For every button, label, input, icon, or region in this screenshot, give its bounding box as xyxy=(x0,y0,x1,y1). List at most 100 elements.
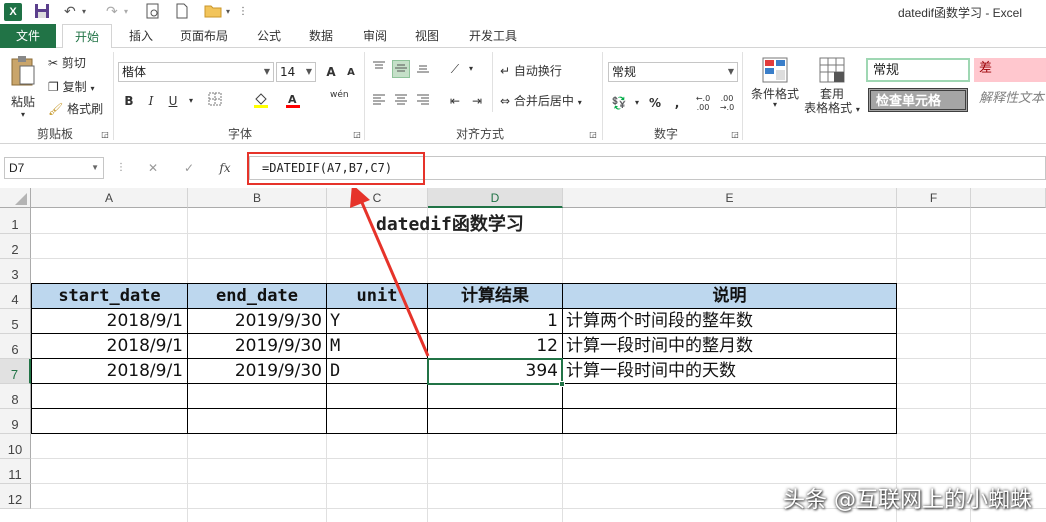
increase-indent-icon[interactable]: ⇥ xyxy=(468,92,486,110)
redo-icon[interactable]: ↷ xyxy=(106,3,118,21)
font-color-icon[interactable]: A xyxy=(284,92,302,110)
copy-dropdown-icon[interactable]: ▾ xyxy=(90,84,94,93)
merge-dropdown-icon[interactable]: ▾ xyxy=(578,98,582,107)
cancel-button[interactable]: ✕ xyxy=(144,159,162,177)
annotation-arrow xyxy=(350,188,430,357)
comma-button[interactable]: , xyxy=(668,94,686,112)
merge-center-button[interactable]: ⇔ 合并后居中 ▾ xyxy=(500,92,582,112)
decrease-indent-icon[interactable]: ⇤ xyxy=(446,92,464,110)
ribbon-tabs: 文件 开始 插入 页面布局 公式 数据 审阅 视图 开发工具 xyxy=(0,24,1046,49)
tab-review[interactable]: 审阅 xyxy=(354,24,396,48)
paste-label: 粘贴 xyxy=(10,95,35,109)
copy-label: 复制 xyxy=(62,80,87,94)
style-check-cell[interactable]: 检查单元格 xyxy=(868,88,968,112)
copy-icon: ❐ xyxy=(48,80,59,94)
chevron-down-icon: ▼ xyxy=(727,67,734,76)
number-format-select[interactable]: 常规 ▼ xyxy=(608,62,738,82)
separator xyxy=(602,52,603,140)
tab-home[interactable]: 开始 xyxy=(62,24,112,49)
tab-data[interactable]: 数据 xyxy=(300,24,342,48)
table-format-icon xyxy=(819,57,845,83)
insert-function-button[interactable]: fx xyxy=(216,159,234,177)
separator xyxy=(492,52,493,112)
wrap-text-button[interactable]: ↵ 自动换行 xyxy=(500,62,562,80)
tab-insert[interactable]: 插入 xyxy=(120,24,162,48)
print-preview-icon[interactable] xyxy=(146,3,160,21)
phonetic-button[interactable]: wén xyxy=(330,90,349,108)
font-name-value: 楷体 xyxy=(122,65,147,79)
borders-icon[interactable] xyxy=(206,92,224,110)
merge-icon: ⇔ xyxy=(500,94,511,108)
merge-center-label: 合并后居中 xyxy=(513,94,574,108)
style-normal[interactable]: 常规 xyxy=(866,58,970,82)
table-format-dropdown-icon[interactable]: ▾ xyxy=(856,105,860,114)
align-top-icon[interactable] xyxy=(370,60,388,78)
watermark: 头条 @互联网上的小蜘蛛 xyxy=(783,488,1032,513)
number-format-value: 常规 xyxy=(612,65,637,79)
name-box[interactable]: D7 ▼ xyxy=(4,157,104,179)
tab-view[interactable]: 视图 xyxy=(406,24,448,48)
italic-button[interactable]: I xyxy=(142,92,160,110)
align-bottom-icon[interactable] xyxy=(414,60,432,78)
undo-icon[interactable]: ↶ xyxy=(64,3,76,21)
formula-bar: D7 ▼ ⋮ ✕ ✓ fx =DATEDIF(A7,B7,C7) xyxy=(0,152,1046,184)
formula-bar-handle-icon[interactable]: ⋮ xyxy=(112,159,130,177)
excel-logo-icon: X xyxy=(4,3,22,21)
font-size-value: 14 xyxy=(280,65,296,79)
open-folder-icon[interactable] xyxy=(204,3,222,21)
cut-button[interactable]: ✂ 剪切 xyxy=(48,54,86,72)
style-explanatory[interactable]: 解释性文本 xyxy=(974,88,1046,112)
paste-dropdown-icon[interactable]: ▾ xyxy=(8,111,38,119)
align-left-icon[interactable] xyxy=(370,92,388,110)
spreadsheet-grid[interactable]: A B C D E F 1 2 3 4 5 6 7 8 9 10 11 12 d… xyxy=(0,188,1046,522)
format-as-table-label-2: 表格格式 xyxy=(804,101,853,115)
style-bad[interactable]: 差 xyxy=(974,58,1046,82)
separator xyxy=(364,52,365,140)
format-painter-label: 格式刷 xyxy=(67,102,104,116)
open-dropdown-icon[interactable]: ▾ xyxy=(226,3,230,21)
increase-decimal-icon[interactable]: ←.0.00 xyxy=(694,94,712,112)
fill-color-icon[interactable] xyxy=(252,92,270,110)
font-size-select[interactable]: 14 ▼ xyxy=(276,62,316,82)
font-group-label: 字体 xyxy=(227,127,252,141)
currency-icon[interactable]: 💱 xyxy=(610,94,628,112)
underline-button[interactable]: U xyxy=(164,92,182,110)
format-painter-button[interactable]: 🖌 格式刷 xyxy=(48,100,103,118)
paste-icon xyxy=(11,56,35,86)
chevron-down-icon: ▼ xyxy=(305,67,312,76)
conditional-dropdown-icon[interactable]: ▾ xyxy=(748,101,802,109)
align-right-icon[interactable] xyxy=(414,92,432,110)
undo-dropdown-icon[interactable]: ▾ xyxy=(82,3,86,21)
tab-developer[interactable]: 开发工具 xyxy=(460,24,526,48)
paste-button[interactable]: 粘贴 ▾ xyxy=(8,54,38,119)
name-box-value: D7 xyxy=(9,161,25,175)
font-name-select[interactable]: 楷体 ▼ xyxy=(118,62,274,82)
alignment-launcher-icon[interactable]: ◲ xyxy=(584,126,602,144)
percent-button[interactable]: % xyxy=(646,94,664,112)
number-group-label: 数字 xyxy=(653,127,678,141)
grow-font-button[interactable]: A xyxy=(322,63,340,81)
bold-button[interactable]: B xyxy=(120,92,138,110)
new-file-icon[interactable] xyxy=(176,3,188,21)
orientation-dropdown-icon[interactable]: ▾ xyxy=(462,60,480,78)
separator xyxy=(742,52,743,140)
clipboard-launcher-icon[interactable]: ◲ xyxy=(96,126,114,144)
underline-dropdown-icon[interactable]: ▾ xyxy=(182,92,200,110)
cut-label: 剪切 xyxy=(61,56,86,70)
shrink-font-button[interactable]: A xyxy=(342,64,360,82)
save-icon[interactable] xyxy=(34,3,50,21)
tab-page-layout[interactable]: 页面布局 xyxy=(172,24,236,48)
copy-button[interactable]: ❐ 复制 ▾ xyxy=(48,78,94,98)
tab-formulas[interactable]: 公式 xyxy=(248,24,290,48)
tab-file[interactable]: 文件 xyxy=(0,24,56,48)
decrease-decimal-icon[interactable]: .00 →.0 xyxy=(718,94,736,112)
redo-dropdown-icon[interactable]: ▾ xyxy=(124,3,128,21)
customize-toolbar-icon[interactable]: ⋮ xyxy=(238,3,248,21)
scissors-icon: ✂ xyxy=(48,56,59,70)
align-center-icon[interactable] xyxy=(392,92,410,110)
enter-button[interactable]: ✓ xyxy=(180,159,198,177)
conditional-format-button[interactable]: 条件格式 ▾ xyxy=(748,56,802,109)
format-as-table-button[interactable]: 套用 表格格式 ▾ xyxy=(802,56,862,117)
align-middle-icon[interactable] xyxy=(392,60,410,78)
currency-dropdown-icon[interactable]: ▾ xyxy=(628,94,646,112)
